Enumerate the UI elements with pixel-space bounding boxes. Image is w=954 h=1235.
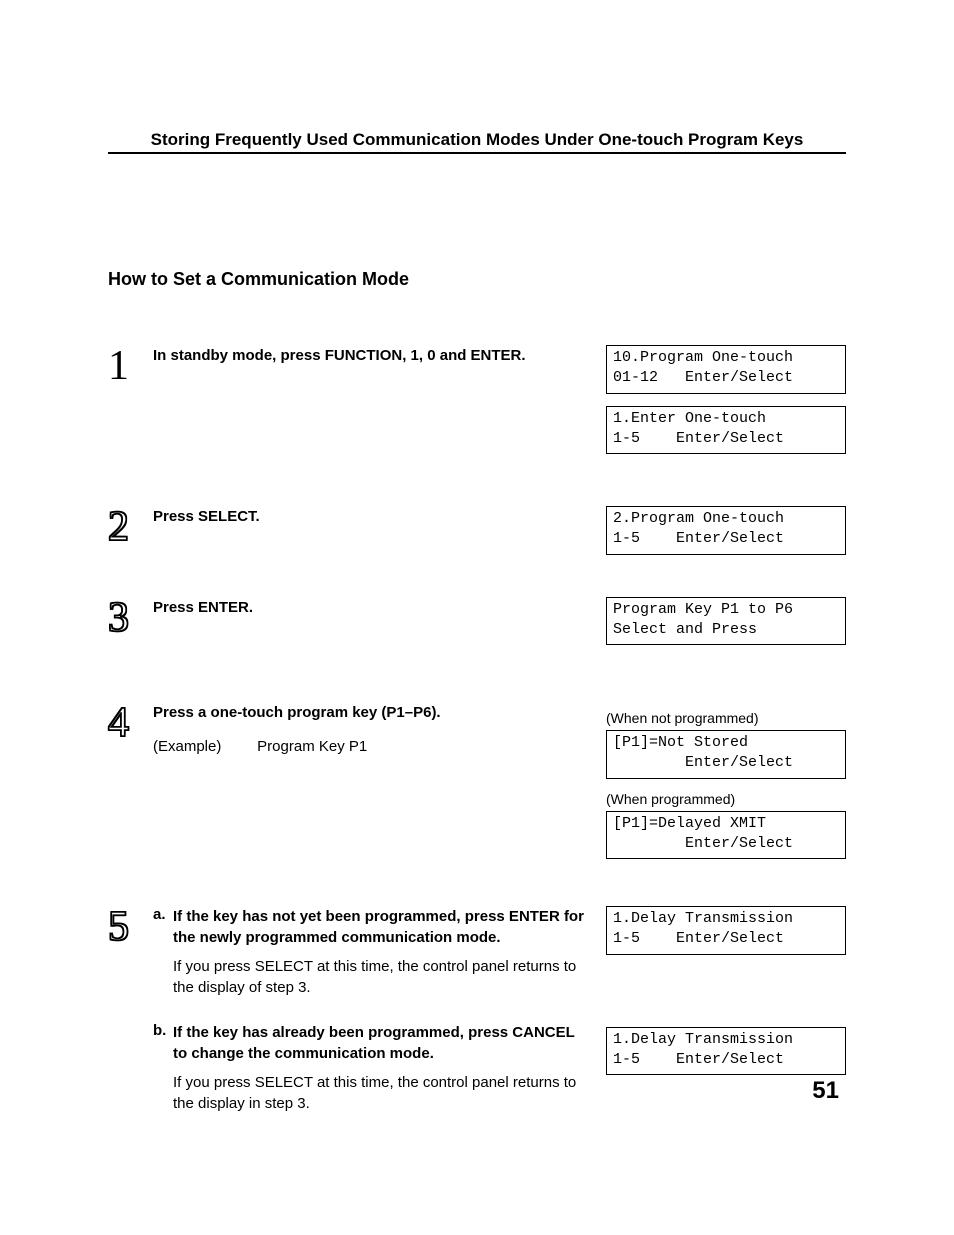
step-5: 5 a. If the key has not yet been program…	[108, 906, 846, 1138]
display-caption: (When not programmed)	[606, 710, 846, 726]
step-body: Press SELECT.	[153, 506, 606, 533]
running-header: Storing Frequently Used Communication Mo…	[108, 130, 846, 154]
lcd-display: [P1]=Not Stored Enter/Select	[606, 730, 846, 779]
lcd-line: 1.Enter One-touch	[613, 410, 766, 427]
step-instruction: Press ENTER.	[153, 597, 586, 618]
lcd-line: 10.Program One-touch	[613, 349, 793, 366]
lcd-line: 1-5 Enter/Select	[613, 530, 784, 547]
lcd-line: [P1]=Not Stored	[613, 734, 748, 751]
substep-text: If you press SELECT at this time, the co…	[173, 1072, 586, 1114]
step-body: Press ENTER.	[153, 597, 606, 624]
lcd-display: Program Key P1 to P6 Select and Press	[606, 597, 846, 646]
substep-b: b. If the key has already been programme…	[153, 1022, 586, 1130]
example-value: Program Key P1	[257, 738, 367, 755]
step-body: In standby mode, press FUNCTION, 1, 0 an…	[153, 345, 606, 372]
step-3: 3 Press ENTER. Program Key P1 to P6 Sele…	[108, 597, 846, 658]
lcd-line: Enter/Select	[613, 754, 793, 771]
display-caption: (When programmed)	[606, 791, 846, 807]
substep-text: If you press SELECT at this time, the co…	[173, 956, 586, 998]
example-label: (Example)	[153, 738, 253, 755]
lcd-line: 1-5 Enter/Select	[613, 930, 784, 947]
step-number: 2	[108, 506, 153, 548]
step-2: 2 Press SELECT. 2.Program One-touch 1-5 …	[108, 506, 846, 567]
lcd-display: [P1]=Delayed XMIT Enter/Select	[606, 811, 846, 860]
lcd-display: 10.Program One-touch 01-12 Enter/Select	[606, 345, 846, 394]
page-number: 51	[812, 1077, 839, 1105]
substep-letter: a.	[153, 906, 173, 1014]
step-number: 5	[108, 906, 153, 948]
lcd-display: 1.Delay Transmission 1-5 Enter/Select	[606, 906, 846, 955]
step-instruction: In standby mode, press FUNCTION, 1, 0 an…	[153, 345, 586, 366]
substep-title: If the key has already been programmed, …	[173, 1022, 586, 1064]
lcd-display: 1.Enter One-touch 1-5 Enter/Select	[606, 406, 846, 455]
document-page: Storing Frequently Used Communication Mo…	[0, 0, 954, 1138]
lcd-line: 2.Program One-touch	[613, 510, 784, 527]
lcd-line: 1.Delay Transmission	[613, 910, 793, 927]
substep-title: If the key has not yet been programmed, …	[173, 906, 586, 948]
substep-body: If the key has already been programmed, …	[173, 1022, 586, 1130]
step-number: 4	[108, 702, 153, 744]
lcd-line: Select and Press	[613, 621, 757, 638]
step-body: a. If the key has not yet been programme…	[153, 906, 606, 1138]
example-line: (Example) Program Key P1	[153, 738, 586, 755]
lcd-line: Enter/Select	[613, 835, 793, 852]
display-column: (When not programmed) [P1]=Not Stored En…	[606, 702, 846, 871]
step-instruction: Press a one-touch program key (P1–P6).	[153, 702, 586, 723]
display-column: 2.Program One-touch 1-5 Enter/Select	[606, 506, 846, 567]
step-instruction: Press SELECT.	[153, 506, 586, 527]
lcd-line: 1.Delay Transmission	[613, 1031, 793, 1048]
section-heading: How to Set a Communication Mode	[108, 269, 846, 290]
lcd-line: 01-12 Enter/Select	[613, 369, 793, 386]
lcd-line: [P1]=Delayed XMIT	[613, 815, 766, 832]
display-column: Program Key P1 to P6 Select and Press	[606, 597, 846, 658]
display-column: 1.Delay Transmission 1-5 Enter/Select 1.…	[606, 906, 846, 1087]
display-column: 10.Program One-touch 01-12 Enter/Select …	[606, 345, 846, 466]
step-4: 4 Press a one-touch program key (P1–P6).…	[108, 702, 846, 871]
step-number: 3	[108, 597, 153, 639]
lcd-line: 1-5 Enter/Select	[613, 1051, 784, 1068]
step-body: Press a one-touch program key (P1–P6). (…	[153, 702, 606, 755]
lcd-line: 1-5 Enter/Select	[613, 430, 784, 447]
lcd-line: Program Key P1 to P6	[613, 601, 793, 618]
step-number: 1	[108, 345, 153, 387]
substep-a: a. If the key has not yet been programme…	[153, 906, 586, 1014]
lcd-display: 2.Program One-touch 1-5 Enter/Select	[606, 506, 846, 555]
lcd-display: 1.Delay Transmission 1-5 Enter/Select	[606, 1027, 846, 1076]
substep-letter: b.	[153, 1022, 173, 1130]
step-1: 1 In standby mode, press FUNCTION, 1, 0 …	[108, 345, 846, 466]
substep-body: If the key has not yet been programmed, …	[173, 906, 586, 1014]
